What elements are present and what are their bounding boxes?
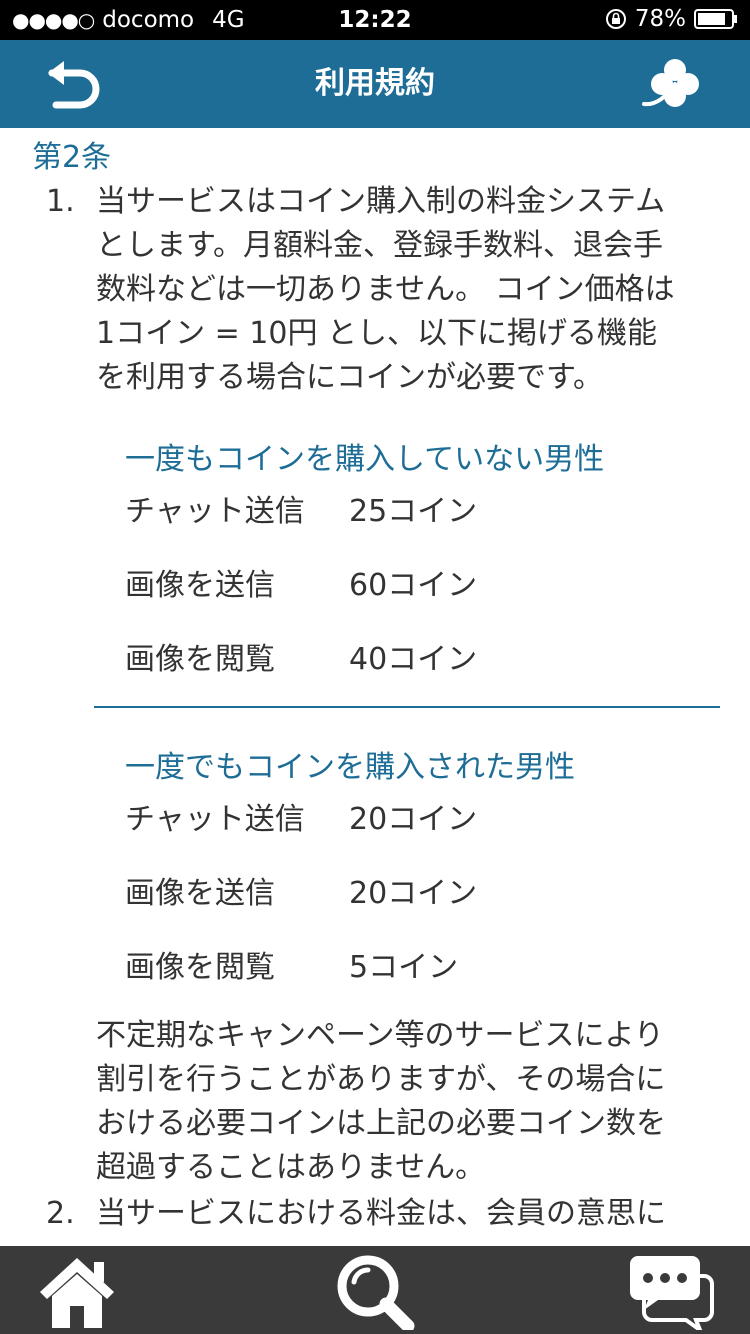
section-heading-new-users: 一度もコインを購入していない男性: [125, 442, 605, 477]
text-line: 当サービスはコイン購入制の料金システム: [96, 184, 666, 219]
text-line: 超過することはありません。: [96, 1150, 486, 1185]
search-icon[interactable]: [330, 1252, 420, 1330]
text-line: 不定期なキャンペーン等のサービスにより: [96, 1018, 664, 1053]
text-line: 1コイン = 10円 とし、以下に掲げる機能: [96, 316, 658, 351]
page-title: 利用規約: [315, 66, 435, 101]
text-line: を利用する場合にコインが必要です。: [96, 360, 603, 395]
price-value: 20コイン: [349, 876, 478, 911]
price-value: 40コイン: [349, 642, 478, 677]
nav-bar: 利用規約: [0, 40, 750, 128]
price-value: 5コイン: [349, 950, 459, 985]
article-heading: 第2条: [32, 140, 112, 175]
battery-percent: 78%: [634, 6, 686, 32]
home-icon[interactable]: [32, 1252, 122, 1330]
text-line: とします。月額料金、登録手数料、退会手: [96, 228, 663, 263]
item-number: 1.: [46, 184, 75, 219]
price-label: チャット送信: [125, 494, 305, 529]
rotation-lock-icon: [605, 9, 626, 29]
text-line: 割引を行うことがありますが、その場合に: [96, 1062, 666, 1097]
text-line: 数料などは一切ありません。 コイン価格は: [96, 272, 675, 307]
price-value: 25コイン: [349, 494, 478, 529]
item-outro: 不定期なキャンペーン等のサービスにより 割引を行うことがありますが、その場合に …: [96, 1014, 721, 1190]
price-row: チャット送信 20コイン: [125, 794, 685, 838]
clover-icon[interactable]: [640, 54, 710, 114]
item-number: 2.: [46, 1196, 75, 1231]
status-right: 78%: [605, 6, 738, 32]
price-row: 画像を送信 20コイン: [125, 868, 685, 912]
price-row: チャット送信 25コイン: [125, 486, 685, 530]
battery-icon: [694, 9, 737, 29]
price-label: 画像を閲覧: [125, 950, 275, 985]
tab-bar: [0, 1246, 750, 1334]
item-text: 当サービスにおける料金は、会員の意思に: [96, 1192, 721, 1236]
text-line: おける必要コインは上記の必要コイン数を: [96, 1106, 666, 1141]
price-value: 60コイン: [349, 568, 478, 603]
price-label: 画像を閲覧: [125, 642, 275, 677]
section-heading-paid-users: 一度でもコインを購入された男性: [125, 750, 575, 785]
price-row: 画像を閲覧 40コイン: [125, 634, 685, 678]
price-row: 画像を閲覧 5コイン: [125, 942, 685, 986]
price-label: 画像を送信: [125, 876, 275, 911]
item-intro: 当サービスはコイン購入制の料金システム とします。月額料金、登録手数料、退会手 …: [96, 180, 721, 400]
price-label: 画像を送信: [125, 568, 275, 603]
price-row: 画像を送信 60コイン: [125, 560, 685, 604]
chat-icon[interactable]: [626, 1252, 716, 1330]
price-value: 20コイン: [349, 802, 478, 837]
text-line: 当サービスにおける料金は、会員の意思に: [96, 1196, 666, 1231]
terms-content[interactable]: 第2条 1. 当サービスはコイン購入制の料金システム とします。月額料金、登録手…: [0, 128, 750, 1246]
price-label: チャット送信: [125, 802, 305, 837]
status-bar: ●●●●○ docomo 4G 12:22 78%: [0, 0, 750, 40]
section-divider: [94, 706, 720, 708]
